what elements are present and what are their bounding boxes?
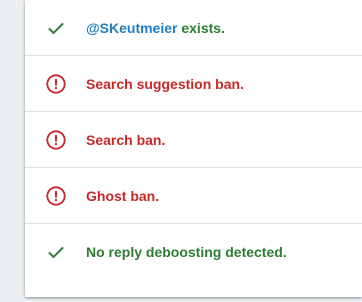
result-label: Ghost ban. <box>86 187 160 204</box>
exists-suffix: exists. <box>177 19 225 36</box>
results-card: @SKeutmeier exists. Search suggestion ba… <box>25 0 362 297</box>
result-label: Search suggestion ban. <box>86 75 244 92</box>
result-label: Search ban. <box>86 131 166 148</box>
check-icon <box>45 241 67 263</box>
check-icon <box>45 17 67 39</box>
error-icon <box>45 129 67 151</box>
user-handle-link[interactable]: @SKeutmeier <box>86 20 177 36</box>
result-label: No reply deboosting detected. <box>86 243 287 260</box>
result-row-search-ban: Search ban. <box>25 112 362 168</box>
error-icon <box>45 73 67 95</box>
result-row-ghost-ban: Ghost ban. <box>25 168 362 224</box>
result-row-exists: @SKeutmeier exists. <box>25 0 362 56</box>
exists-message: @SKeutmeier exists. <box>86 20 225 36</box>
error-icon <box>45 185 67 207</box>
result-row-search-suggestion-ban: Search suggestion ban. <box>25 56 362 112</box>
result-row-reply-deboosting: No reply deboosting detected. <box>25 224 362 279</box>
